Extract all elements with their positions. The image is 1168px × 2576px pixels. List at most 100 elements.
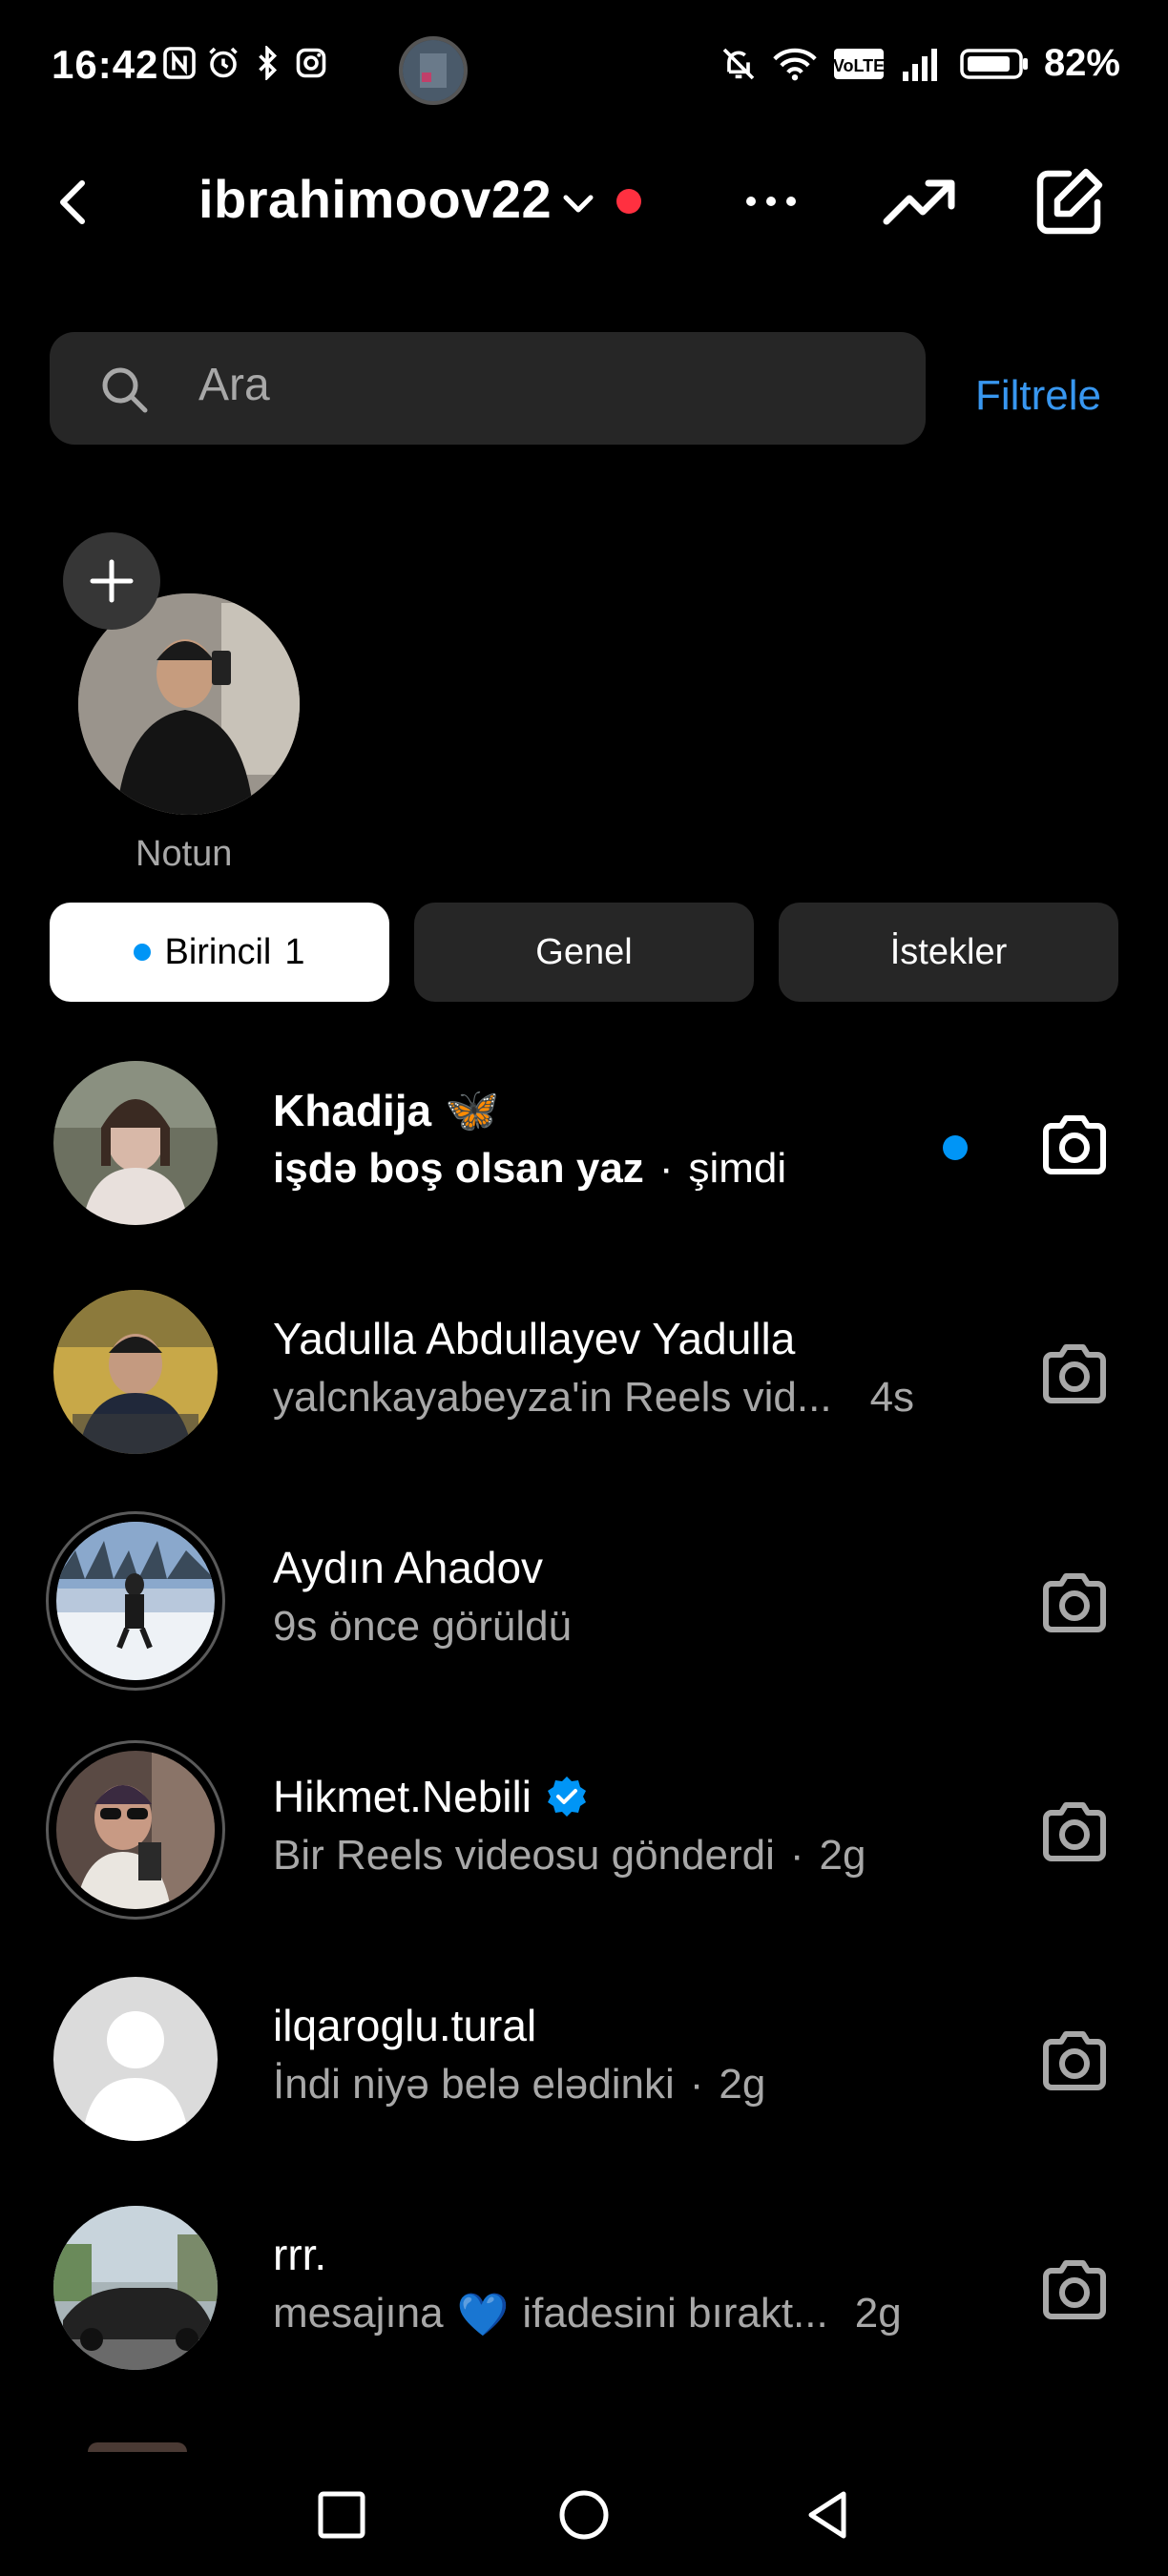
avatar-story-ring[interactable]: [46, 1740, 225, 1920]
conversation-name: rrr.: [273, 2229, 326, 2280]
back-triangle-icon[interactable]: [800, 2486, 857, 2544]
message-text: mesajına: [273, 2290, 444, 2337]
compose-icon[interactable]: [1031, 164, 1107, 240]
unread-indicator: [943, 1135, 968, 1160]
tab-general[interactable]: Genel: [414, 903, 754, 1002]
tab-primary[interactable]: Birincil 1: [50, 903, 389, 1002]
camera-icon[interactable]: [1038, 1567, 1111, 1639]
camera-icon[interactable]: [1038, 1796, 1111, 1868]
avatar: [53, 2206, 218, 2370]
volte-icon: VoLTE: [833, 48, 885, 79]
instagram-icon: [296, 48, 326, 78]
signal-icon: [902, 48, 937, 81]
message-text: Bir Reels videosu gönderdi: [273, 1832, 775, 1879]
conversation-name-text: Khadija: [273, 1085, 432, 1135]
note-label: Notun: [136, 834, 233, 874]
notification-red-dot: [616, 189, 641, 214]
conversation-name: Hikmet.Nebili: [273, 1771, 589, 1822]
alarm-icon: [209, 47, 238, 78]
conversation-name-text: Yadulla Abdullayev Yadulla: [273, 1314, 796, 1363]
message-time: 2g: [719, 2061, 766, 2108]
battery-percent: 82%: [1043, 42, 1120, 84]
camera-icon[interactable]: [1038, 1109, 1111, 1181]
conversation-name-text: Hikmet.Nebili: [273, 1772, 532, 1821]
filter-button[interactable]: Filtrele: [975, 372, 1101, 420]
conversation-name-text: rrr.: [273, 2230, 327, 2279]
conversation-name: ilqaroglu.tural: [273, 2000, 536, 2051]
account-username[interactable]: ibrahimoov22: [198, 168, 552, 230]
conversation-preview: yalcnkayabeyza'in Reels vid... 4s: [273, 1374, 914, 1422]
back-arrow-icon[interactable]: [53, 172, 92, 233]
conversation-row[interactable]: Khadija 🦋 işdə boş olsan yaz · şimdi: [0, 1032, 1168, 1261]
add-note-button[interactable]: [63, 532, 160, 630]
default-user-icon: [53, 1977, 218, 2141]
avatar: [53, 1061, 218, 1225]
trending-icon[interactable]: [883, 172, 955, 233]
conversation-name-text: Aydın Ahadov: [273, 1543, 544, 1592]
wifi-icon: [773, 48, 817, 80]
bluetooth-icon: [259, 46, 278, 80]
avatar: [56, 1751, 215, 1909]
blue-heart-emoji: 💙: [456, 2292, 510, 2338]
conversation-preview: İndi niyə belə elədinki · 2g: [273, 2061, 765, 2109]
conversation-preview: Bir Reels videosu gönderdi · 2g: [273, 1832, 866, 1880]
conversation-name: Khadija 🦋: [273, 1084, 499, 1136]
status-icons-right: VoLTE 82%: [720, 42, 1120, 85]
camera-icon[interactable]: [1038, 2254, 1111, 2326]
butterfly-emoji: 🦋: [445, 1085, 500, 1134]
message-text: 9s önce görüldü: [273, 1603, 573, 1650]
tab-requests[interactable]: İstekler: [779, 903, 1118, 1002]
camera-icon[interactable]: [1038, 1338, 1111, 1410]
home-circle-icon[interactable]: [555, 2486, 613, 2544]
mute-bell-icon: [722, 48, 755, 79]
message-time: 2g: [819, 1832, 866, 1879]
search-bar[interactable]: Ara: [50, 332, 926, 445]
notification-thumbnail: [399, 36, 468, 105]
avatar: [53, 1290, 218, 1454]
search-icon: [102, 367, 148, 413]
conversation-row[interactable]: ilqaroglu.tural İndi niyə belə elədinki …: [0, 1948, 1168, 2177]
chevron-down-icon[interactable]: [561, 187, 595, 221]
tab-primary-count: 1: [284, 931, 305, 972]
conversation-name: Yadulla Abdullayev Yadulla: [273, 1313, 795, 1364]
conversation-name-text: ilqaroglu.tural: [273, 2001, 537, 2050]
message-time: şimdi: [688, 1145, 787, 1192]
message-text: İndi niyə belə elədinki: [273, 2061, 675, 2108]
status-bar: 16:42 VoLTE 82%: [0, 0, 1168, 143]
status-icons-left: [162, 46, 328, 80]
unread-dot: [134, 944, 152, 961]
message-text: yalcnkayabeyza'in Reels vid...: [273, 1374, 832, 1421]
verified-badge-icon: [547, 1776, 586, 1817]
more-options-icon[interactable]: [742, 187, 800, 216]
plus-icon: [90, 559, 134, 603]
partial-avatar: [88, 2442, 187, 2452]
conversation-row[interactable]: rrr. mesajına 💙 ifadesini bırakt... 2g: [0, 2177, 1168, 2406]
message-text-rest: ifadesini bırakt...: [522, 2290, 828, 2337]
conversation-preview: mesajına 💙 ifadesini bırakt... 2g: [273, 2290, 902, 2339]
tab-requests-label: İstekler: [889, 931, 1008, 972]
separator-dot: ·: [789, 1832, 804, 1879]
conversation-name: Aydın Ahadov: [273, 1542, 543, 1593]
status-time: 16:42: [52, 42, 159, 87]
conversation-row[interactable]: Aydın Ahadov 9s önce görüldü: [0, 1490, 1168, 1719]
svg-text:VoLTE: VoLTE: [833, 56, 885, 75]
conversation-preview: işdə boş olsan yaz · şimdi: [273, 1145, 786, 1193]
camera-icon[interactable]: [1038, 2025, 1111, 2097]
tab-general-label: Genel: [535, 931, 633, 972]
message-time: 4s: [869, 1374, 915, 1421]
message-time: 2g: [854, 2290, 902, 2337]
avatar-story-ring[interactable]: [46, 1511, 225, 1691]
conversation-row[interactable]: Yadulla Abdullayev Yadulla yalcnkayabeyz…: [0, 1261, 1168, 1490]
avatar: [56, 1522, 215, 1680]
conversation-row[interactable]: Hikmet.Nebili Bir Reels videosu gönderdi…: [0, 1719, 1168, 1948]
recents-square-icon[interactable]: [313, 2486, 370, 2544]
avatar-placeholder: [53, 1977, 218, 2141]
nfc-icon: [163, 47, 196, 79]
separator-dot: ·: [689, 2061, 704, 2108]
separator-dot: ·: [658, 1145, 674, 1192]
tab-primary-label: Birincil: [164, 931, 272, 972]
battery-icon: [960, 48, 1028, 79]
conversation-preview: 9s önce görüldü: [273, 1603, 572, 1651]
search-placeholder: Ara: [198, 360, 270, 410]
message-text: işdə boş olsan yaz: [273, 1145, 644, 1192]
